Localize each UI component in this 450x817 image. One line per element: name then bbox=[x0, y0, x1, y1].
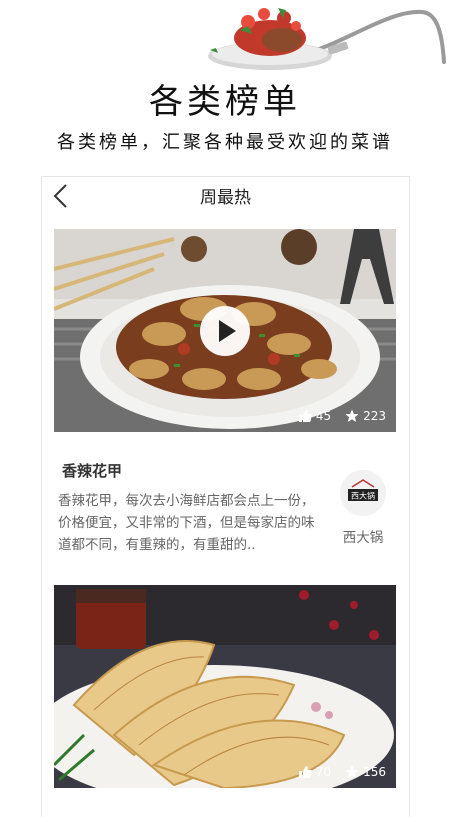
spoon-food-illustration bbox=[208, 8, 446, 70]
thumbs-up-icon bbox=[298, 766, 312, 778]
page-subtitle: 各类榜单，汇聚各种最受欢迎的菜谱 bbox=[57, 132, 393, 153]
play-icon[interactable] bbox=[200, 306, 250, 356]
thumbs-up-icon bbox=[298, 410, 312, 422]
recipe-card[interactable]: 70 156 bbox=[54, 585, 396, 788]
recipe-info: 香辣花甲 香辣花甲，每次去小海鲜店都会点上一份，价格便宜，又非常的下酒，但是每家… bbox=[54, 432, 396, 582]
stars-stat: 223 bbox=[345, 409, 386, 423]
star-icon bbox=[345, 765, 359, 778]
recipe-stats: 70 156 bbox=[298, 765, 386, 779]
list-title: 周最热 bbox=[200, 188, 251, 208]
author-name[interactable]: 西大锅 bbox=[330, 526, 396, 546]
page-header: 各类榜单 各类榜单，汇聚各种最受欢迎的菜谱 bbox=[0, 0, 450, 170]
recipe-card[interactable]: 45 223 香辣花甲 香辣花甲，每次去小海鲜店都会点上一份，价格便宜，又非常的… bbox=[54, 229, 396, 582]
stars-count: 223 bbox=[363, 409, 386, 423]
svg-text:西大锅: 西大锅 bbox=[351, 491, 375, 501]
author-logo: 西大锅 bbox=[340, 470, 386, 516]
likes-stat: 45 bbox=[298, 409, 331, 423]
stars-count: 156 bbox=[363, 765, 386, 779]
scallion-pancake-photo bbox=[54, 585, 396, 788]
recipe-description: 香辣花甲，每次去小海鲜店都会点上一份，价格便宜，又非常的下酒，但是每家店的味道都… bbox=[58, 493, 315, 553]
star-icon bbox=[345, 409, 359, 422]
likes-count: 70 bbox=[315, 765, 332, 779]
stars-stat: 156 bbox=[345, 765, 386, 779]
ranking-list-panel: 周最热 45 223 香辣花甲 香辣花甲，每次去小海鲜店都会点上一份，价格便宜，… bbox=[41, 176, 410, 817]
likes-count: 45 bbox=[315, 409, 332, 423]
recipe-stats: 45 223 bbox=[298, 409, 386, 423]
page-title: 各类榜单 bbox=[149, 82, 301, 122]
recipe-title[interactable]: 香辣花甲 bbox=[62, 460, 122, 481]
list-topbar: 周最热 bbox=[42, 177, 409, 215]
likes-stat: 70 bbox=[298, 765, 331, 779]
recipe-video-thumbnail[interactable]: 45 223 bbox=[54, 229, 396, 432]
avatar[interactable]: 西大锅 bbox=[340, 470, 386, 516]
recipe-video-thumbnail[interactable]: 70 156 bbox=[54, 585, 396, 788]
